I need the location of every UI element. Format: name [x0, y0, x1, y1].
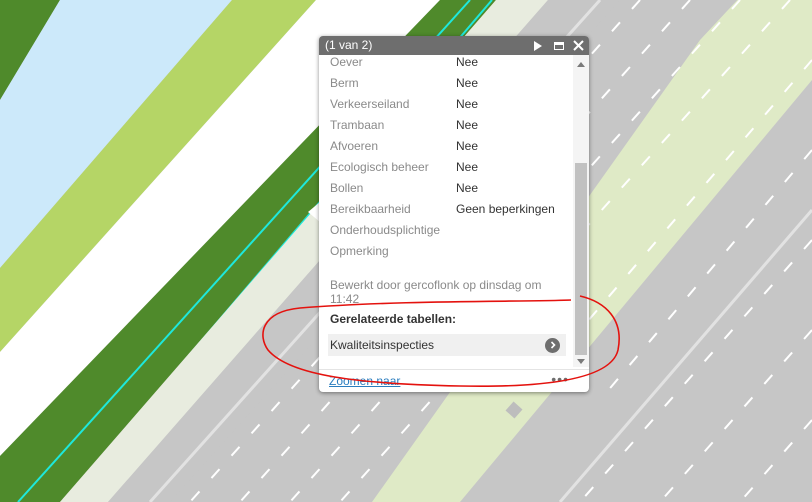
next-feature-button[interactable]	[530, 36, 546, 55]
attribute-label: Berm	[330, 75, 359, 90]
attribute-label: Opmerking	[330, 243, 389, 258]
attribute-row: Opmerking	[330, 240, 572, 261]
play-triangle-icon	[534, 40, 542, 51]
attribute-row: Onderhoudsplichtige	[330, 219, 572, 240]
attribute-row: Oever Nee	[330, 55, 572, 72]
related-table-label: Kwaliteitsinspecties	[330, 338, 435, 352]
attribute-label: Onderhoudsplichtige	[330, 222, 441, 237]
attribute-row: Bollen Nee	[330, 177, 572, 198]
attribute-label: Bereikbaarheid	[330, 201, 411, 216]
attribute-label: Oever	[330, 55, 363, 69]
attribute-value: Nee	[456, 55, 479, 69]
attribute-value: Geen beperkingen	[456, 201, 555, 216]
attribute-row: Afvoeren Nee	[330, 135, 572, 156]
attribute-row: Trambaan Nee	[330, 114, 572, 135]
attribute-label: Trambaan	[330, 117, 385, 132]
attribute-label: Bollen	[330, 180, 364, 195]
popup-scrollbar[interactable]	[573, 55, 589, 367]
close-icon	[572, 40, 584, 51]
scroll-thumb[interactable]	[575, 163, 587, 355]
attribute-label: Afvoeren	[330, 138, 379, 153]
popup-header: (1 van 2)	[319, 36, 589, 55]
attribute-value: Nee	[456, 159, 479, 174]
maximize-button[interactable]	[551, 36, 567, 55]
attribute-value: Nee	[456, 117, 479, 132]
related-table-item[interactable]: Kwaliteitsinspecties	[328, 334, 566, 356]
attribute-row: Ecologisch beheer Nee	[330, 156, 572, 177]
attribute-value: Nee	[456, 75, 479, 90]
close-button[interactable]	[570, 36, 586, 55]
related-tables-title: Gerelateerde tabellen:	[330, 312, 457, 326]
zoom-to-link[interactable]: Zoomen naar	[329, 374, 400, 388]
attribute-value: Nee	[456, 138, 479, 153]
popup-title: (1 van 2)	[325, 38, 373, 52]
maximize-icon	[554, 41, 564, 50]
attribute-value: Nee	[456, 96, 479, 111]
attribute-value: Nee	[456, 180, 479, 195]
chevron-right-circle-icon	[545, 337, 560, 353]
attribute-row: Verkeerseiland Nee	[330, 93, 572, 114]
scroll-down-arrow-icon[interactable]	[577, 359, 585, 364]
scroll-up-arrow-icon[interactable]	[577, 62, 585, 67]
popup-footer: Zoomen naar •••	[319, 369, 589, 392]
attribute-row: Berm Nee	[330, 72, 572, 93]
attribute-label: Ecologisch beheer	[330, 159, 429, 174]
attribute-row: Bereikbaarheid Geen beperkingen	[330, 198, 572, 219]
more-options-button[interactable]: •••	[551, 371, 569, 387]
feature-popup: (1 van 2) Oever Nee Berm Nee Verkeerseil…	[319, 36, 589, 392]
popup-content: Oever Nee Berm Nee Verkeerseiland Nee Tr…	[319, 55, 572, 365]
attribute-label: Verkeerseiland	[330, 96, 410, 111]
edit-info: Bewerkt door gercoflonk op dinsdag om 11…	[330, 278, 542, 306]
